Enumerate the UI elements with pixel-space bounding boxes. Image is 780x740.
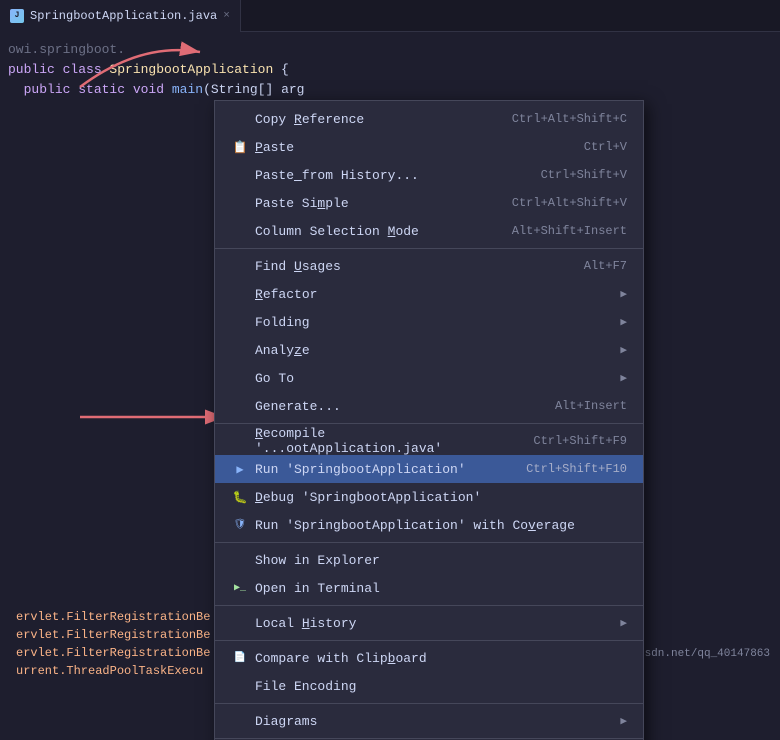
menu-label-run: Run 'SpringbootApplication' xyxy=(255,462,506,477)
shortcut-paste: Ctrl+V xyxy=(584,140,627,154)
submenu-arrow-folding: ▶ xyxy=(620,315,627,329)
menu-item-goto[interactable]: Go To ▶ xyxy=(215,364,643,392)
menu-label-copy-reference: Copy Reference xyxy=(255,112,492,127)
shortcut-find-usages: Alt+F7 xyxy=(584,259,627,273)
menu-item-paste-history[interactable]: Paste from History... Ctrl+Shift+V xyxy=(215,161,643,189)
submenu-arrow-refactor: ▶ xyxy=(620,287,627,301)
tab-springboot[interactable]: J SpringbootApplication.java × xyxy=(0,0,241,32)
separator-1 xyxy=(215,248,643,249)
menu-label-debug: Debug 'SpringbootApplication' xyxy=(255,490,627,505)
menu-label-paste-history: Paste from History... xyxy=(255,168,521,183)
submenu-arrow-analyze: ▶ xyxy=(620,343,627,357)
menu-item-file-encoding[interactable]: File Encoding xyxy=(215,672,643,700)
menu-item-open-terminal[interactable]: ▶_ Open in Terminal xyxy=(215,574,643,602)
submenu-arrow-goto: ▶ xyxy=(620,371,627,385)
menu-label-show-explorer: Show in Explorer xyxy=(255,553,627,568)
shortcut-generate: Alt+Insert xyxy=(555,399,627,413)
submenu-arrow-history: ▶ xyxy=(620,616,627,630)
context-menu: Copy Reference Ctrl+Alt+Shift+C 📋 Paste … xyxy=(214,100,644,740)
paste-icon: 📋 xyxy=(231,138,249,156)
menu-item-folding[interactable]: Folding ▶ xyxy=(215,308,643,336)
shortcut-column-selection: Alt+Shift+Insert xyxy=(512,224,627,238)
separator-2 xyxy=(215,423,643,424)
menu-item-paste[interactable]: 📋 Paste Ctrl+V xyxy=(215,133,643,161)
menu-label-find-usages: Find Usages xyxy=(255,259,564,274)
menu-label-paste-simple: Paste Simple xyxy=(255,196,492,211)
menu-label-refactor: Refactor xyxy=(255,287,612,302)
shortcut-run: Ctrl+Shift+F10 xyxy=(526,462,627,476)
shortcut-copy-reference: Ctrl+Alt+Shift+C xyxy=(512,112,627,126)
menu-label-paste: Paste xyxy=(255,140,564,155)
separator-7 xyxy=(215,738,643,739)
code-line-main: public static void main(String[] arg xyxy=(0,80,780,100)
menu-item-diagrams[interactable]: Diagrams ▶ xyxy=(215,707,643,735)
menu-label-file-encoding: File Encoding xyxy=(255,679,627,694)
menu-item-run[interactable]: ▶ Run 'SpringbootApplication' Ctrl+Shift… xyxy=(215,455,643,483)
menu-item-debug[interactable]: 🐛 Debug 'SpringbootApplication' xyxy=(215,483,643,511)
terminal-icon: ▶_ xyxy=(231,579,249,597)
menu-label-run-coverage: Run 'SpringbootApplication' with Coverag… xyxy=(255,518,627,533)
submenu-arrow-diagrams: ▶ xyxy=(620,714,627,728)
separator-3 xyxy=(215,542,643,543)
compare-icon: 📄 xyxy=(231,649,249,667)
debug-icon: 🐛 xyxy=(231,488,249,506)
shortcut-paste-history: Ctrl+Shift+V xyxy=(541,168,627,182)
separator-5 xyxy=(215,640,643,641)
shortcut-paste-simple: Ctrl+Alt+Shift+V xyxy=(512,196,627,210)
menu-item-column-selection[interactable]: Column Selection Mode Alt+Shift+Insert xyxy=(215,217,643,245)
menu-label-generate: Generate... xyxy=(255,399,535,414)
menu-item-analyze[interactable]: Analyze ▶ xyxy=(215,336,643,364)
menu-item-copy-reference[interactable]: Copy Reference Ctrl+Alt+Shift+C xyxy=(215,105,643,133)
menu-label-diagrams: Diagrams xyxy=(255,714,612,729)
menu-label-compare-clipboard: Compare with Clipboard xyxy=(255,651,627,666)
separator-4 xyxy=(215,605,643,606)
menu-item-recompile[interactable]: Recompile '...ootApplication.java' Ctrl+… xyxy=(215,427,643,455)
menu-label-analyze: Analyze xyxy=(255,343,612,358)
menu-item-paste-simple[interactable]: Paste Simple Ctrl+Alt+Shift+V xyxy=(215,189,643,217)
code-line-class: public class SpringbootApplication { xyxy=(0,60,780,80)
menu-label-recompile: Recompile '...ootApplication.java' xyxy=(255,426,513,456)
menu-label-folding: Folding xyxy=(255,315,612,330)
tab-bar: J SpringbootApplication.java × xyxy=(0,0,780,32)
tab-close-button[interactable]: × xyxy=(223,10,230,22)
menu-label-goto: Go To xyxy=(255,371,612,386)
menu-item-refactor[interactable]: Refactor ▶ xyxy=(215,280,643,308)
shortcut-recompile: Ctrl+Shift+F9 xyxy=(533,434,627,448)
code-line-package: owi.springboot. xyxy=(0,40,780,60)
menu-item-run-coverage[interactable]: 🛡 Run 'SpringbootApplication' with Cover… xyxy=(215,511,643,539)
menu-label-column-selection: Column Selection Mode xyxy=(255,224,492,239)
menu-item-generate[interactable]: Generate... Alt+Insert xyxy=(215,392,643,420)
menu-item-show-explorer[interactable]: Show in Explorer xyxy=(215,546,643,574)
coverage-icon: 🛡 xyxy=(231,516,249,534)
editor-area: owi.springboot. public class SpringbootA… xyxy=(0,32,780,740)
java-file-icon: J xyxy=(10,9,24,23)
menu-item-local-history[interactable]: Local History ▶ xyxy=(215,609,643,637)
separator-6 xyxy=(215,703,643,704)
tab-label: SpringbootApplication.java xyxy=(30,9,217,23)
menu-item-compare-clipboard[interactable]: 📄 Compare with Clipboard xyxy=(215,644,643,672)
menu-label-open-terminal: Open in Terminal xyxy=(255,581,627,596)
run-icon: ▶ xyxy=(231,460,249,478)
menu-item-find-usages[interactable]: Find Usages Alt+F7 xyxy=(215,252,643,280)
menu-label-local-history: Local History xyxy=(255,616,612,631)
